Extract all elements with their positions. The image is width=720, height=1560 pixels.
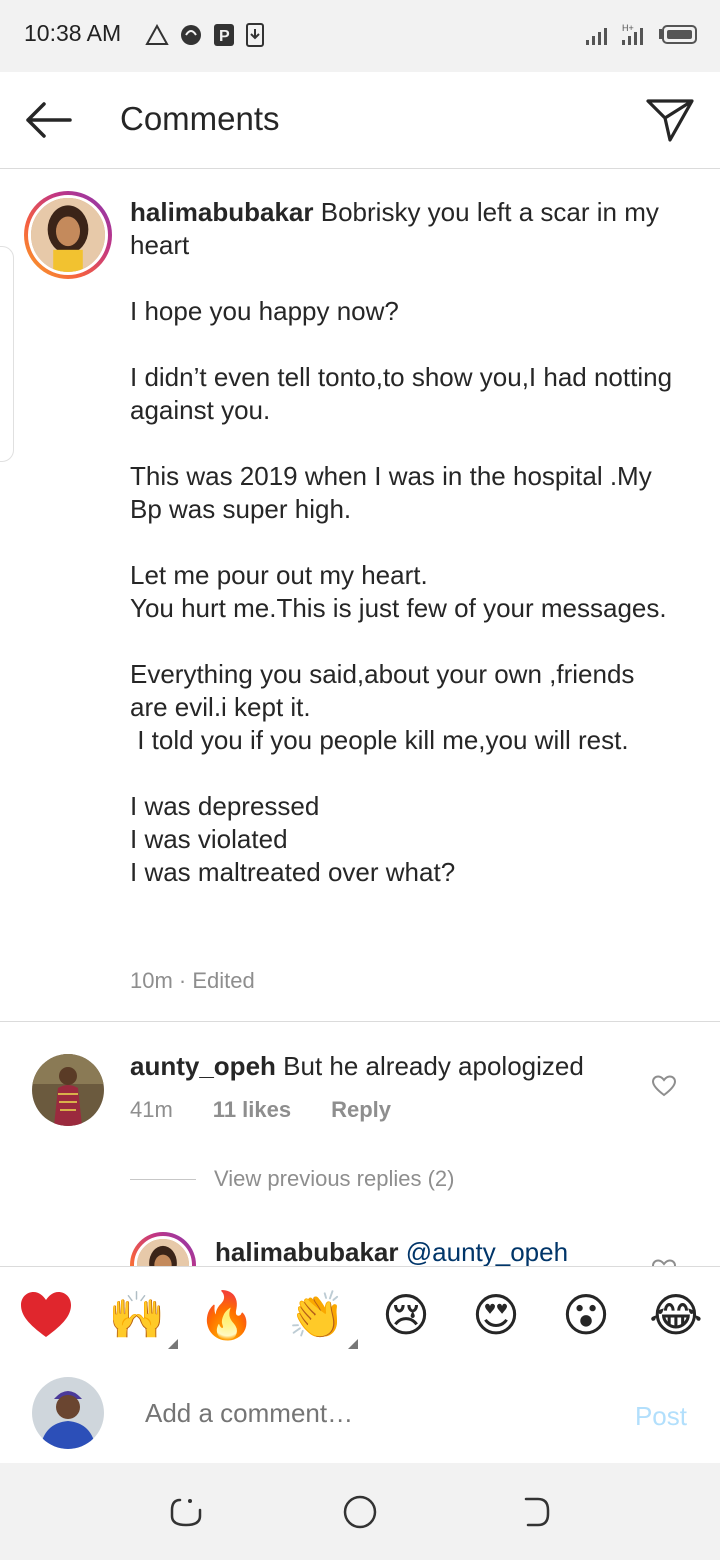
emoji-open-mouth[interactable]: 😮	[558, 1287, 614, 1343]
heart-outline-icon	[651, 1259, 677, 1266]
status-notification-icons: P	[145, 22, 265, 48]
status-system-icons: H+	[584, 22, 698, 48]
status-time: 10:38 AM	[24, 20, 122, 46]
avatar-image	[134, 1236, 192, 1266]
emoji-fire[interactable]: 🔥	[198, 1287, 255, 1343]
comment-body: But he already apologized	[283, 1051, 584, 1081]
view-replies-label: View previous replies (2)	[214, 1166, 455, 1191]
heart-outline-icon	[651, 1075, 677, 1097]
reply-preview: halimabubakar @aunty_opeh	[0, 1222, 720, 1266]
comment-input[interactable]	[145, 1393, 585, 1433]
caption-body: Bobrisky you left a scar in my heart I h…	[130, 197, 673, 887]
avatar-reply-author[interactable]	[130, 1232, 196, 1266]
svg-text:H+: H+	[622, 23, 634, 33]
emoji-raising-hands[interactable]: 🙌	[108, 1287, 178, 1349]
app-notification-icon	[181, 25, 201, 45]
home-circle-icon	[343, 1495, 377, 1529]
svg-text:P: P	[219, 28, 230, 45]
caption-meta: 10m · Edited	[130, 968, 255, 993]
reply-username[interactable]: halimabubakar	[215, 1237, 399, 1266]
signal-icon	[586, 28, 607, 45]
emoji-tears-of-joy[interactable]: 😂	[648, 1287, 704, 1343]
skin-tone-indicator	[168, 1339, 178, 1349]
back-button[interactable]	[18, 94, 78, 146]
emoji-heart-eyes[interactable]: 😍	[468, 1287, 524, 1343]
side-panel-edge	[0, 246, 14, 462]
paper-plane-icon	[646, 99, 694, 142]
warning-icon	[145, 24, 169, 45]
avatar-aunty-opeh[interactable]	[32, 1054, 104, 1126]
avatar-image	[28, 195, 108, 275]
battery-icon	[659, 25, 697, 44]
caption-username[interactable]: halimabubakar	[130, 197, 314, 227]
post-button[interactable]: Post	[635, 1401, 687, 1432]
page-title: Comments	[120, 100, 280, 137]
comment-likes[interactable]: 11 likes	[213, 1097, 291, 1123]
skin-tone-indicator	[348, 1339, 358, 1349]
p-notification-icon: P	[214, 24, 234, 46]
reply-text: halimabubakar @aunty_opeh	[215, 1236, 568, 1266]
view-previous-replies[interactable]: View previous replies (2)	[130, 1166, 454, 1192]
reply-button[interactable]: Reply	[331, 1097, 391, 1123]
like-reply-button[interactable]	[651, 1258, 677, 1266]
arrow-left-icon	[26, 102, 72, 138]
signal-h-plus-icon: H+	[622, 23, 643, 45]
red-heart-icon	[21, 1292, 71, 1337]
like-comment-button[interactable]	[651, 1074, 677, 1103]
status-bar: 10:38 AM P H+	[0, 0, 720, 72]
emoji-glyph: 👏	[288, 1288, 346, 1342]
comment-time: 41m	[130, 1097, 173, 1122]
comment-username[interactable]: aunty_opeh	[130, 1051, 276, 1081]
caption-text: halimabubakar Bobrisky you left a scar i…	[130, 196, 675, 889]
emoji-quick-bar: 🙌 🔥 👏 😢 😍 😮 😂	[0, 1266, 720, 1364]
comment-text: aunty_opeh But he already apologized	[130, 1050, 630, 1083]
comment-composer: Post	[0, 1363, 720, 1463]
recent-apps-button[interactable]	[161, 1491, 211, 1533]
emoji-glyph: 🙌	[108, 1288, 166, 1342]
emoji-crying-face[interactable]: 😢	[378, 1287, 434, 1343]
recent-apps-icon	[170, 1498, 202, 1527]
system-nav-bar	[0, 1463, 720, 1560]
back-nav-button[interactable]	[509, 1491, 559, 1533]
app-header: Comments	[0, 72, 720, 169]
divider	[0, 1021, 720, 1022]
reply-mention[interactable]: @aunty_opeh	[406, 1237, 568, 1266]
emoji-clapping-hands[interactable]: 👏	[288, 1287, 358, 1349]
home-button[interactable]	[335, 1491, 385, 1533]
share-button[interactable]	[640, 94, 700, 146]
avatar-current-user[interactable]	[32, 1377, 104, 1449]
avatar-caption-author[interactable]	[24, 191, 112, 279]
comment-meta: 41m 11 likes Reply	[130, 1097, 391, 1123]
back-nav-icon	[524, 1497, 550, 1527]
download-icon	[246, 23, 264, 47]
emoji-heart[interactable]	[18, 1287, 74, 1343]
replies-line	[130, 1178, 196, 1180]
